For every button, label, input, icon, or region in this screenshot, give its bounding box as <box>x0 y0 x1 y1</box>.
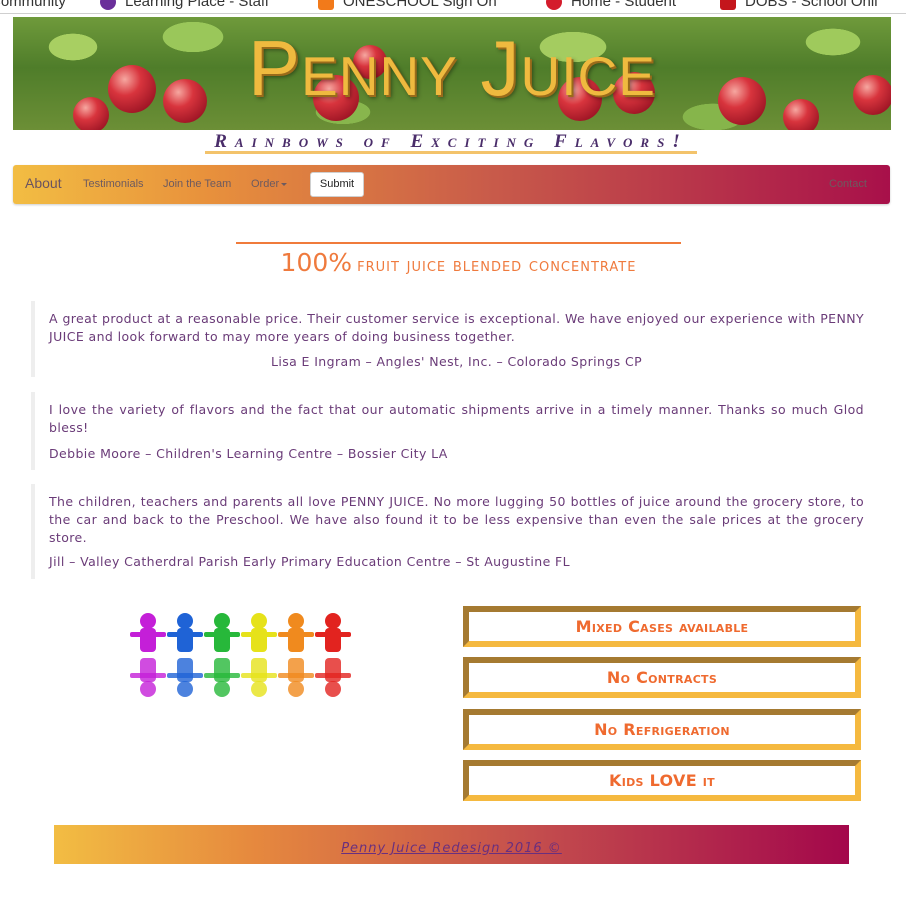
nav-brand-about[interactable]: About <box>25 175 62 191</box>
testimonial-text: The children, teachers and parents all l… <box>49 494 864 545</box>
submit-button[interactable]: Submit <box>310 172 364 197</box>
nav-testimonials[interactable]: Testimonials <box>83 178 144 190</box>
kid-figure <box>241 613 277 697</box>
oneschool-icon <box>318 0 334 11</box>
bookmarks-bar: Community Learning Place - Staff ONESCHO… <box>0 0 906 14</box>
tagline: Rainbows of Exciting Flavors! <box>205 132 697 154</box>
rainbow-kids-image <box>130 613 351 697</box>
page-headline: 100% fruit juice blended concentrate <box>236 242 681 279</box>
feature-no-refrigeration: No Refrigeration <box>463 709 861 750</box>
bookmark-dobs[interactable]: DOBS - School Onli <box>720 0 878 11</box>
testimonial-cite: Jill – Valley Catherdral Parish Early Pr… <box>49 554 570 569</box>
testimonial-1: A great product at a reasonable price. T… <box>31 301 864 377</box>
bookmark-home-student[interactable]: Home - Student <box>546 0 676 11</box>
nav-join-team[interactable]: Join the Team <box>163 178 231 190</box>
testimonial-cite: Lisa E Ingram – Angles' Nest, Inc. – Col… <box>270 354 643 369</box>
footer-credit-link[interactable]: Penny Juice Redesign 2016 © <box>341 841 562 856</box>
feature-no-contracts: No Contracts <box>463 657 861 698</box>
nav-order-dropdown[interactable]: Order <box>251 178 288 190</box>
feature-kids-love-it: Kids LOVE it <box>463 760 861 801</box>
site-logo: Penny Juice <box>248 24 656 112</box>
kid-figure <box>204 613 240 697</box>
kid-figure <box>278 613 314 697</box>
kid-figure <box>130 613 166 697</box>
dobs-icon <box>720 0 736 11</box>
testimonial-text: A great product at a reasonable price. T… <box>49 311 864 344</box>
headline-text: fruit juice blended concentrate <box>357 255 637 276</box>
navbar: About Testimonials Join the Team Order S… <box>13 165 890 204</box>
headline-percent: 100% <box>280 248 353 277</box>
testimonial-3: The children, teachers and parents all l… <box>31 484 864 579</box>
feature-mixed-cases: Mixed Cases available <box>463 606 861 647</box>
kid-figure <box>315 613 351 697</box>
home-student-icon <box>546 0 562 11</box>
bookmark-oneschool[interactable]: ONESCHOOL Sign On <box>318 0 497 11</box>
testimonial-2: I love the variety of flavors and the fa… <box>31 392 864 470</box>
caret-down-icon <box>281 182 288 186</box>
kid-figure <box>167 613 203 697</box>
header-banner: Penny Juice <box>13 17 891 130</box>
bookmark-learning-place[interactable]: Learning Place - Staff <box>100 0 269 11</box>
testimonial-cite: Debbie Moore – Children's Learning Centr… <box>49 446 448 461</box>
bookmark-community[interactable]: Community <box>0 0 66 10</box>
nav-contact[interactable]: Contact <box>829 178 867 190</box>
learning-place-icon <box>100 0 116 11</box>
testimonial-text: I love the variety of flavors and the fa… <box>49 402 864 435</box>
footer: Penny Juice Redesign 2016 © <box>54 825 849 864</box>
